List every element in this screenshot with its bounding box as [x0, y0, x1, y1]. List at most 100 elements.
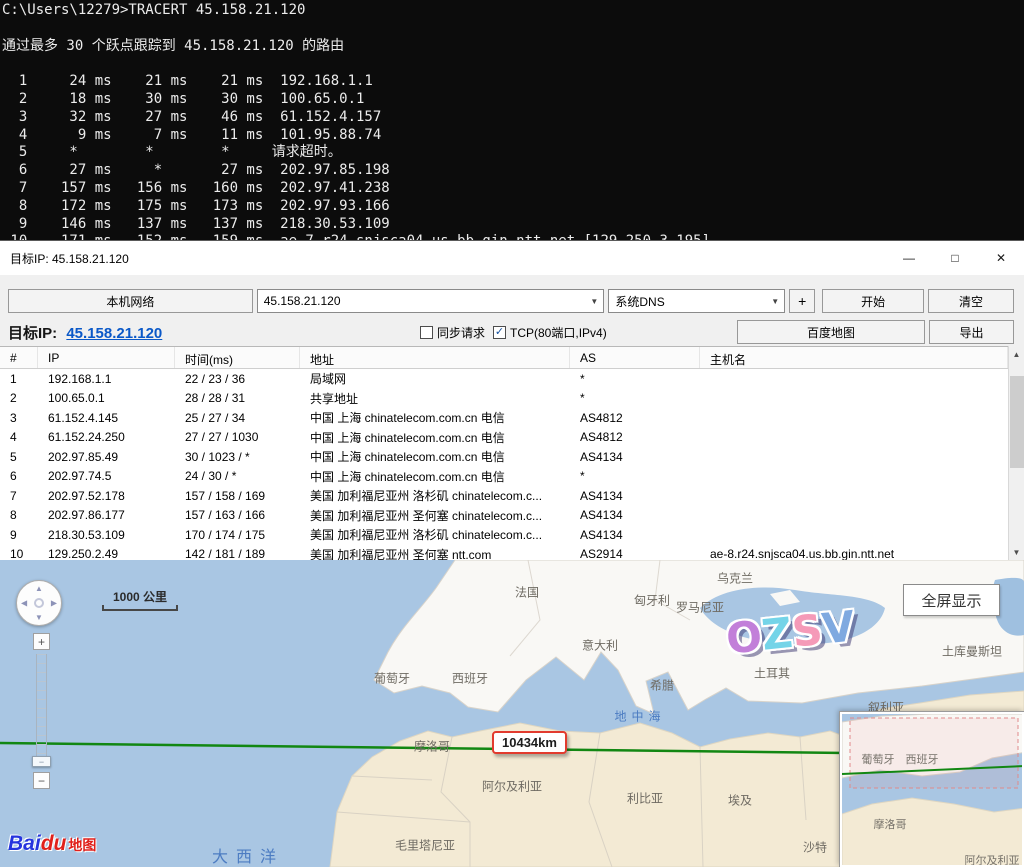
tracer-app-window: 目标IP: 45.158.21.120 — □ ✕ 本机网络 ▼ 系统DNS ▼… [0, 240, 1024, 560]
terminal-line: C:\Users\12279>TRACERT 45.158.21.120 [2, 2, 1024, 20]
checkbox-checked-icon[interactable]: ✓ [493, 326, 506, 339]
table-cell: 6 [0, 469, 38, 483]
clear-button[interactable]: 清空 [928, 289, 1014, 313]
baidu-map-button[interactable]: 百度地图 [737, 320, 925, 344]
column-header[interactable]: AS [570, 347, 700, 368]
scrollbar-thumb[interactable] [1010, 376, 1024, 468]
sticker-letter: V [820, 601, 857, 653]
column-header[interactable]: IP [38, 347, 175, 368]
table-cell: 24 / 30 / * [175, 469, 300, 483]
scroll-up-icon[interactable]: ▲ [1009, 346, 1024, 363]
terminal-line [2, 55, 1024, 73]
tcp-port-checkbox[interactable]: ✓ TCP(80端口,IPv4) [493, 324, 607, 341]
terminal-line: 7 157 ms 156 ms 160 ms 202.97.41.238 [2, 180, 1024, 198]
inset-canvas [842, 714, 1024, 867]
map-label: 地中海 [614, 708, 665, 725]
scroll-down-icon[interactable]: ▼ [1009, 544, 1024, 561]
table-cell: 美国 加利福尼亚州 圣何塞 chinatelecom.c... [300, 507, 570, 524]
table-row[interactable]: 461.152.24.25027 / 27 / 1030中国 上海 chinat… [0, 428, 1008, 448]
terminal-body: C:\Users\12279>TRACERT 45.158.21.120通过最多… [2, 2, 1024, 240]
column-header[interactable]: 时间(ms) [175, 347, 300, 368]
terminal-line [2, 20, 1024, 38]
target-ip-combobox[interactable]: ▼ [257, 289, 605, 313]
local-network-button[interactable]: 本机网络 [8, 289, 253, 313]
pan-right-icon[interactable]: ▶ [51, 599, 57, 608]
start-button[interactable]: 开始 [822, 289, 924, 313]
table-row[interactable]: 9218.30.53.109170 / 174 / 175美国 加利福尼亚州 洛… [0, 525, 1008, 545]
table-cell: 157 / 163 / 166 [175, 508, 300, 522]
maximize-icon[interactable]: □ [932, 241, 978, 275]
overview-inset-map[interactable]: 葡萄牙西班牙摩洛哥阿尔及利亚 [840, 712, 1024, 867]
table-cell: AS4812 [570, 411, 700, 425]
column-header[interactable]: 主机名 [700, 347, 1008, 368]
zoom-in-button[interactable]: + [33, 633, 50, 650]
zoom-slider-thumb[interactable]: − [32, 756, 51, 767]
dns-select[interactable]: 系统DNS ▼ [608, 289, 785, 313]
table-row[interactable]: 5202.97.85.4930 / 1023 / *中国 上海 chinatel… [0, 447, 1008, 467]
fullscreen-button[interactable]: 全屏显示 [903, 584, 1000, 616]
zoom-out-button[interactable]: − [33, 772, 50, 789]
table-cell: 中国 上海 chinatelecom.com.cn 电信 [300, 429, 570, 446]
sticker-letter: O [724, 611, 765, 663]
pan-center-icon[interactable] [34, 598, 44, 608]
table-cell: 2 [0, 391, 38, 405]
table-cell: * [570, 391, 700, 405]
pan-up-icon[interactable]: ▲ [35, 584, 43, 593]
sub-toolbar: 目标IP: 45.158.21.120 同步请求 ✓ TCP(80端口,IPv4… [0, 313, 1024, 345]
table-row[interactable]: 8202.97.86.177157 / 163 / 166美国 加利福尼亚州 圣… [0, 506, 1008, 526]
hop-table: #IP时间(ms)地址AS主机名 1192.168.1.122 / 23 / 3… [0, 346, 1008, 561]
chevron-down-icon[interactable]: ▼ [766, 297, 784, 306]
table-row[interactable]: 10129.250.2.49142 / 181 / 189美国 加利福尼亚州 圣… [0, 545, 1008, 562]
column-header[interactable]: # [0, 347, 38, 368]
table-cell: 8 [0, 508, 38, 522]
chevron-down-icon[interactable]: ▼ [585, 297, 603, 306]
baidu-logo-ditu: 地图 [68, 835, 96, 855]
checkbox-unchecked-icon[interactable] [420, 326, 433, 339]
table-cell: 170 / 174 / 175 [175, 528, 300, 542]
close-icon[interactable]: ✕ [978, 241, 1024, 275]
table-cell: 192.168.1.1 [38, 372, 175, 386]
table-row[interactable]: 2100.65.0.128 / 28 / 31共享地址* [0, 389, 1008, 409]
sync-request-label: 同步请求 [437, 324, 485, 341]
pan-left-icon[interactable]: ◀ [21, 599, 27, 608]
map-scale-label: 1000 公里 [100, 588, 180, 605]
table-scrollbar[interactable]: ▲ ▼ [1008, 346, 1024, 561]
table-cell: 218.30.53.109 [38, 528, 175, 542]
terminal-line: 9 146 ms 137 ms 137 ms 218.30.53.109 [2, 216, 1024, 234]
table-cell: AS2914 [570, 547, 700, 561]
target-ip-input[interactable] [258, 294, 586, 308]
table-row[interactable]: 361.152.4.14525 / 27 / 34中国 上海 chinatele… [0, 408, 1008, 428]
minimize-icon[interactable]: — [886, 241, 932, 275]
map-label: 罗马尼亚 [676, 599, 724, 616]
window-title: 目标IP: 45.158.21.120 [0, 250, 886, 267]
terminal-line: 1 24 ms 21 ms 21 ms 192.168.1.1 [2, 73, 1024, 91]
zoom-slider-track[interactable] [36, 654, 47, 766]
pan-control[interactable]: ▲ ▼ ◀ ▶ [16, 580, 62, 626]
add-target-button[interactable]: + [789, 289, 815, 313]
table-cell: 4 [0, 430, 38, 444]
terminal-line: 8 172 ms 175 ms 173 ms 202.97.93.166 [2, 198, 1024, 216]
baidu-map[interactable]: 法国匈牙利罗马尼亚乌克兰意大利葡萄牙西班牙希腊土耳其土库曼斯坦叙利亚地中海摩洛哥… [0, 560, 1024, 867]
target-ip-link[interactable]: 45.158.21.120 [66, 325, 162, 342]
table-cell: 61.152.24.250 [38, 430, 175, 444]
table-cell: 25 / 27 / 34 [175, 411, 300, 425]
table-cell: 1 [0, 372, 38, 386]
table-cell: 28 / 28 / 31 [175, 391, 300, 405]
export-button[interactable]: 导出 [929, 320, 1014, 344]
map-label: 沙特 [803, 839, 827, 856]
map-label: 埃及 [728, 792, 752, 809]
toolbar: 本机网络 ▼ 系统DNS ▼ + 开始 清空 [0, 275, 1024, 313]
target-ip-label: 目标IP: [8, 325, 57, 342]
pan-down-icon[interactable]: ▼ [35, 613, 43, 622]
table-row[interactable]: 7202.97.52.178157 / 158 / 169美国 加利福尼亚州 洛… [0, 486, 1008, 506]
table-row[interactable]: 1192.168.1.122 / 23 / 36局域网* [0, 369, 1008, 389]
sync-request-checkbox[interactable]: 同步请求 [420, 324, 485, 341]
table-cell: AS4134 [570, 528, 700, 542]
map-label: 摩洛哥 [414, 738, 450, 755]
baidu-logo[interactable]: Bai du 地图 [8, 832, 96, 856]
column-header[interactable]: 地址 [300, 347, 570, 368]
table-cell: 157 / 158 / 169 [175, 489, 300, 503]
table-row[interactable]: 6202.97.74.524 / 30 / *中国 上海 chinateleco… [0, 467, 1008, 487]
map-label: 法国 [515, 584, 539, 601]
inset-map-label: 阿尔及利亚 [965, 852, 1020, 867]
